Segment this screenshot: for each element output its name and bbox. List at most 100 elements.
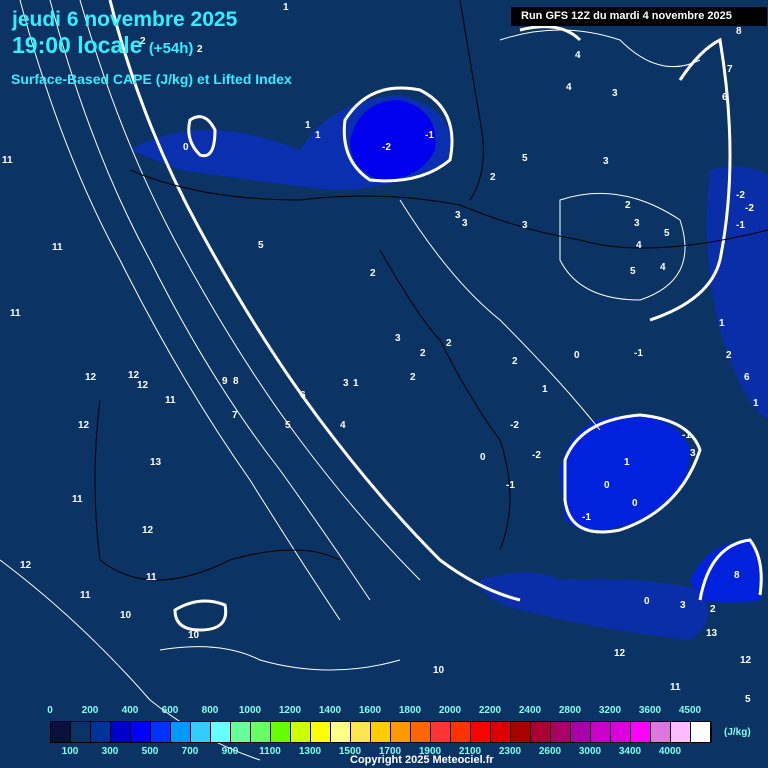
scale-label-bottom: 300 <box>101 746 119 757</box>
lifted-index-label: 4 <box>575 50 581 61</box>
scale-swatch <box>191 722 211 742</box>
lifted-index-label: 7 <box>727 64 733 75</box>
lifted-index-label: 5 <box>285 420 291 431</box>
lifted-index-label: 12 <box>85 372 97 383</box>
lifted-index-label: 1 <box>624 457 630 468</box>
lifted-index-label: -1 <box>582 512 591 523</box>
lifted-index-label: 5 <box>630 266 636 277</box>
lifted-index-label: 10 <box>120 610 132 621</box>
scale-label-top: 2400 <box>518 705 542 716</box>
scale-label-bottom: 4000 <box>658 746 682 757</box>
lifted-index-label: 10 <box>188 630 200 641</box>
scale-label-top: 1600 <box>358 705 382 716</box>
lifted-index-label: 12 <box>142 525 154 536</box>
lifted-index-label: 3 <box>603 156 609 167</box>
lifted-index-label: 6 <box>744 372 750 383</box>
lifted-index-label: 5 <box>258 240 264 251</box>
local-time: 19:00 locale <box>12 32 143 58</box>
forecast-date: jeudi 6 novembre 2025 <box>12 8 238 31</box>
scale-swatch <box>231 722 251 742</box>
scale-label-bottom: 3400 <box>618 746 642 757</box>
lifted-index-label: -2 <box>510 420 519 431</box>
lifted-index-label: 5 <box>522 153 528 164</box>
scale-swatch <box>591 722 611 742</box>
scale-swatch <box>91 722 111 742</box>
cape-map <box>0 0 768 761</box>
lifted-index-label: 3 <box>690 448 696 459</box>
scale-label-top: 2800 <box>558 705 582 716</box>
lifted-index-label: 4 <box>566 82 572 93</box>
lifted-index-label: 1 <box>719 318 725 329</box>
scale-swatch <box>411 722 431 742</box>
lifted-index-label: 8 <box>233 376 239 387</box>
lifted-index-label: 12 <box>78 420 90 431</box>
lifted-index-label: 8 <box>736 26 742 37</box>
lifted-index-label: -1 <box>506 480 515 491</box>
lifted-index-label: 6 <box>722 92 728 103</box>
lifted-index-label: 0 <box>604 480 610 491</box>
scale-swatch <box>371 722 391 742</box>
lifted-index-label: -2 <box>745 203 754 214</box>
scale-swatch <box>451 722 471 742</box>
lifted-index-label: 2 <box>710 604 716 615</box>
lifted-index-label: 1 <box>353 378 359 389</box>
lifted-index-label: 3 <box>522 220 528 231</box>
lifted-index-label: 1 <box>542 384 548 395</box>
lifted-index-label: 12 <box>137 380 149 391</box>
scale-label-top: 800 <box>201 705 219 716</box>
map-subtitle: Surface-Based CAPE (J/kg) et Lifted Inde… <box>11 71 292 87</box>
lifted-index-label: 0 <box>480 452 486 463</box>
lifted-index-label: 11 <box>670 682 681 693</box>
scale-swatch <box>311 722 331 742</box>
run-info: Run GFS 12Z du mardi 4 novembre 2025 <box>511 7 767 26</box>
lifted-index-label: 12 <box>614 648 626 659</box>
scale-swatch <box>531 722 551 742</box>
scale-label-top: 4500 <box>678 705 702 716</box>
lifted-index-label: 0 <box>183 142 189 153</box>
scale-swatch <box>211 722 231 742</box>
lifted-index-label: -2 <box>382 142 391 153</box>
scale-swatch <box>151 722 171 742</box>
scale-swatch <box>171 722 191 742</box>
scale-label-top: 2200 <box>478 705 502 716</box>
lifted-index-label: 2 <box>370 268 376 279</box>
lifted-index-label: 13 <box>706 628 718 639</box>
lifted-index-label: 5 <box>745 694 751 705</box>
lifted-index-label: 5 <box>664 228 670 239</box>
lifted-index-label: 3 <box>343 378 349 389</box>
scale-swatch <box>551 722 571 742</box>
lifted-index-label: 11 <box>52 242 63 253</box>
scale-label-top: 1400 <box>318 705 342 716</box>
scale-swatch <box>471 722 491 742</box>
lifted-index-label: -1 <box>425 130 434 141</box>
scale-label-top: 200 <box>81 705 99 716</box>
scale-swatch <box>131 722 151 742</box>
lifted-index-label: 1 <box>283 2 289 13</box>
lifted-index-label: 1 <box>315 130 321 141</box>
lifted-index-label: 13 <box>150 457 162 468</box>
lifted-index-label: 10 <box>433 665 445 676</box>
scale-swatch <box>291 722 311 742</box>
scale-swatch <box>331 722 351 742</box>
scale-label-bottom: 1100 <box>259 746 281 757</box>
lifted-index-label: -2 <box>736 190 745 201</box>
forecast-time: 19:00 locale (+54h) <box>12 32 193 59</box>
scale-swatch <box>431 722 451 742</box>
scale-swatch <box>351 722 371 742</box>
lifted-index-label: 2 <box>446 338 452 349</box>
copyright: Copyright 2025 Meteociel.fr <box>350 754 494 766</box>
scale-swatch <box>51 722 71 742</box>
lifted-index-label: 2 <box>410 372 416 383</box>
lifted-index-label: 3 <box>455 210 461 221</box>
scale-swatch <box>611 722 631 742</box>
lifted-index-label: 3 <box>462 218 468 229</box>
lifted-index-label: 11 <box>146 572 157 583</box>
scale-swatch <box>491 722 511 742</box>
scale-swatch <box>671 722 691 742</box>
scale-label-top: 2000 <box>438 705 462 716</box>
scale-label-top: 400 <box>121 705 139 716</box>
lifted-index-label: 2 <box>140 36 146 47</box>
scale-swatch <box>391 722 411 742</box>
scale-label-bottom: 900 <box>221 746 239 757</box>
lifted-index-label: 3 <box>634 218 640 229</box>
